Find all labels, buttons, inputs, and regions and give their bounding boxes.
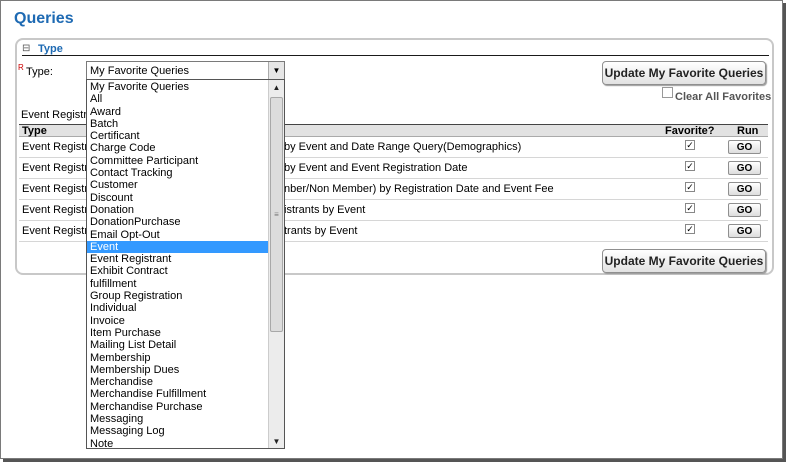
check-icon: ✓ <box>685 223 695 234</box>
favorite-checkbox[interactable]: ✓ <box>685 224 695 234</box>
row-type: Event Registra <box>22 141 95 153</box>
chevron-down-icon[interactable]: ▼ <box>268 62 284 79</box>
clear-all-label: Clear All Favorites <box>675 91 772 103</box>
dropdown-option[interactable]: Merchandise Fulfillment <box>87 388 268 400</box>
type-select[interactable]: My Favorite Queries ▼ <box>86 61 285 80</box>
dropdown-option[interactable]: Certificant <box>87 130 268 142</box>
scroll-down-icon[interactable]: ▼ <box>269 434 284 448</box>
type-select-value: My Favorite Queries <box>90 64 190 77</box>
check-icon: ✓ <box>685 181 695 192</box>
dropdown-option[interactable]: Event <box>87 240 268 254</box>
go-button[interactable]: GO <box>728 224 761 238</box>
dropdown-option[interactable]: Contact Tracking <box>87 167 268 179</box>
favorite-checkbox[interactable]: ✓ <box>685 161 695 171</box>
dropdown-option[interactable]: My Favorite Queries <box>87 81 268 93</box>
dropdown-option[interactable]: Exhibit Contract <box>87 265 268 277</box>
clear-all-checkbox[interactable] <box>662 87 673 98</box>
grip-icon: ≡ <box>274 210 279 219</box>
dropdown-option[interactable]: Membership Dues <box>87 364 268 376</box>
panel-header-label: Type <box>38 42 63 55</box>
go-button[interactable]: GO <box>728 203 761 217</box>
dropdown-option[interactable]: fulfillment <box>87 278 268 290</box>
dropdown-option[interactable]: Batch <box>87 118 268 130</box>
dropdown-option[interactable]: Invoice <box>87 315 268 327</box>
dropdown-option[interactable]: Event Registrant <box>87 253 268 265</box>
row-description: trants by Event <box>284 225 358 237</box>
dropdown-option[interactable]: Note <box>87 438 268 448</box>
column-header-favorite: Favorite? <box>665 125 715 137</box>
dropdown-option[interactable]: Messaging <box>87 413 268 425</box>
window-frame: Queries ⊟ Type R Type: My Favorite Queri… <box>0 0 783 459</box>
section-label: Event Registra <box>21 109 94 121</box>
dropdown-option[interactable]: Group Registration <box>87 290 268 302</box>
go-button[interactable]: GO <box>728 182 761 196</box>
dropdown-option[interactable]: Discount <box>87 192 268 204</box>
required-marker: R <box>18 63 24 72</box>
dropdown-option[interactable]: Charge Code <box>87 142 268 154</box>
check-icon: ✓ <box>685 139 695 150</box>
dropdown-option[interactable]: Donation <box>87 204 268 216</box>
go-button[interactable]: GO <box>728 161 761 175</box>
dropdown-options: My Favorite Queries All Award Batch Certific… <box>87 81 268 448</box>
check-icon: ✓ <box>685 160 695 171</box>
go-button[interactable]: GO <box>728 140 761 154</box>
column-header-type: Type <box>22 125 47 137</box>
dropdown-option[interactable]: Email Opt-Out <box>87 229 268 241</box>
update-favorites-button-bottom[interactable]: Update My Favorite Queries <box>602 249 766 273</box>
favorite-checkbox[interactable]: ✓ <box>685 203 695 213</box>
column-header-run: Run <box>737 125 759 137</box>
dropdown-option[interactable]: All <box>87 93 268 105</box>
dropdown-option[interactable]: Membership <box>87 352 268 364</box>
row-description: nber/Non Member) by Registration Date an… <box>284 183 554 195</box>
favorite-checkbox[interactable]: ✓ <box>685 140 695 150</box>
dropdown-option[interactable]: Award <box>87 106 268 118</box>
collapse-icon[interactable]: ⊟ <box>22 43 34 54</box>
dropdown-option[interactable]: Item Purchase <box>87 327 268 339</box>
row-description: istrants by Event <box>284 204 366 216</box>
row-description: by Event and Date Range Query(Demographi… <box>284 141 522 153</box>
dropdown-option[interactable]: Merchandise <box>87 376 268 388</box>
dropdown-option[interactable]: DonationPurchase <box>87 216 268 228</box>
dropdown-option[interactable]: Messaging Log <box>87 425 268 437</box>
row-type: Event Registra <box>22 162 95 174</box>
row-type: Event Registra <box>22 183 95 195</box>
scroll-up-icon[interactable]: ▲ <box>269 80 284 94</box>
dropdown-option[interactable]: Customer <box>87 179 268 191</box>
dropdown-option[interactable]: Committee Participant <box>87 155 268 167</box>
row-description: by Event and Event Registration Date <box>284 162 468 174</box>
dropdown-scrollbar[interactable]: ▲ ≡ ▼ <box>268 80 284 448</box>
dropdown-option[interactable]: Individual <box>87 302 268 314</box>
type-dropdown-list[interactable]: My Favorite Queries All Award Batch Certific… <box>86 79 285 449</box>
type-label: Type: <box>26 66 53 78</box>
favorite-checkbox[interactable]: ✓ <box>685 182 695 192</box>
page-title: Queries <box>14 10 74 27</box>
dropdown-option[interactable]: Mailing List Detail <box>87 339 268 351</box>
row-type: Event Registra <box>22 204 95 216</box>
clear-all-favorites[interactable]: Clear All Favorites <box>662 87 771 103</box>
dropdown-option[interactable]: Merchandise Purchase <box>87 401 268 413</box>
scroll-thumb[interactable]: ≡ <box>270 97 283 332</box>
panel-header[interactable]: ⊟ Type <box>22 42 769 56</box>
update-favorites-button-top[interactable]: Update My Favorite Queries <box>602 61 766 85</box>
row-type: Event Registra <box>22 225 95 237</box>
check-icon: ✓ <box>685 202 695 213</box>
